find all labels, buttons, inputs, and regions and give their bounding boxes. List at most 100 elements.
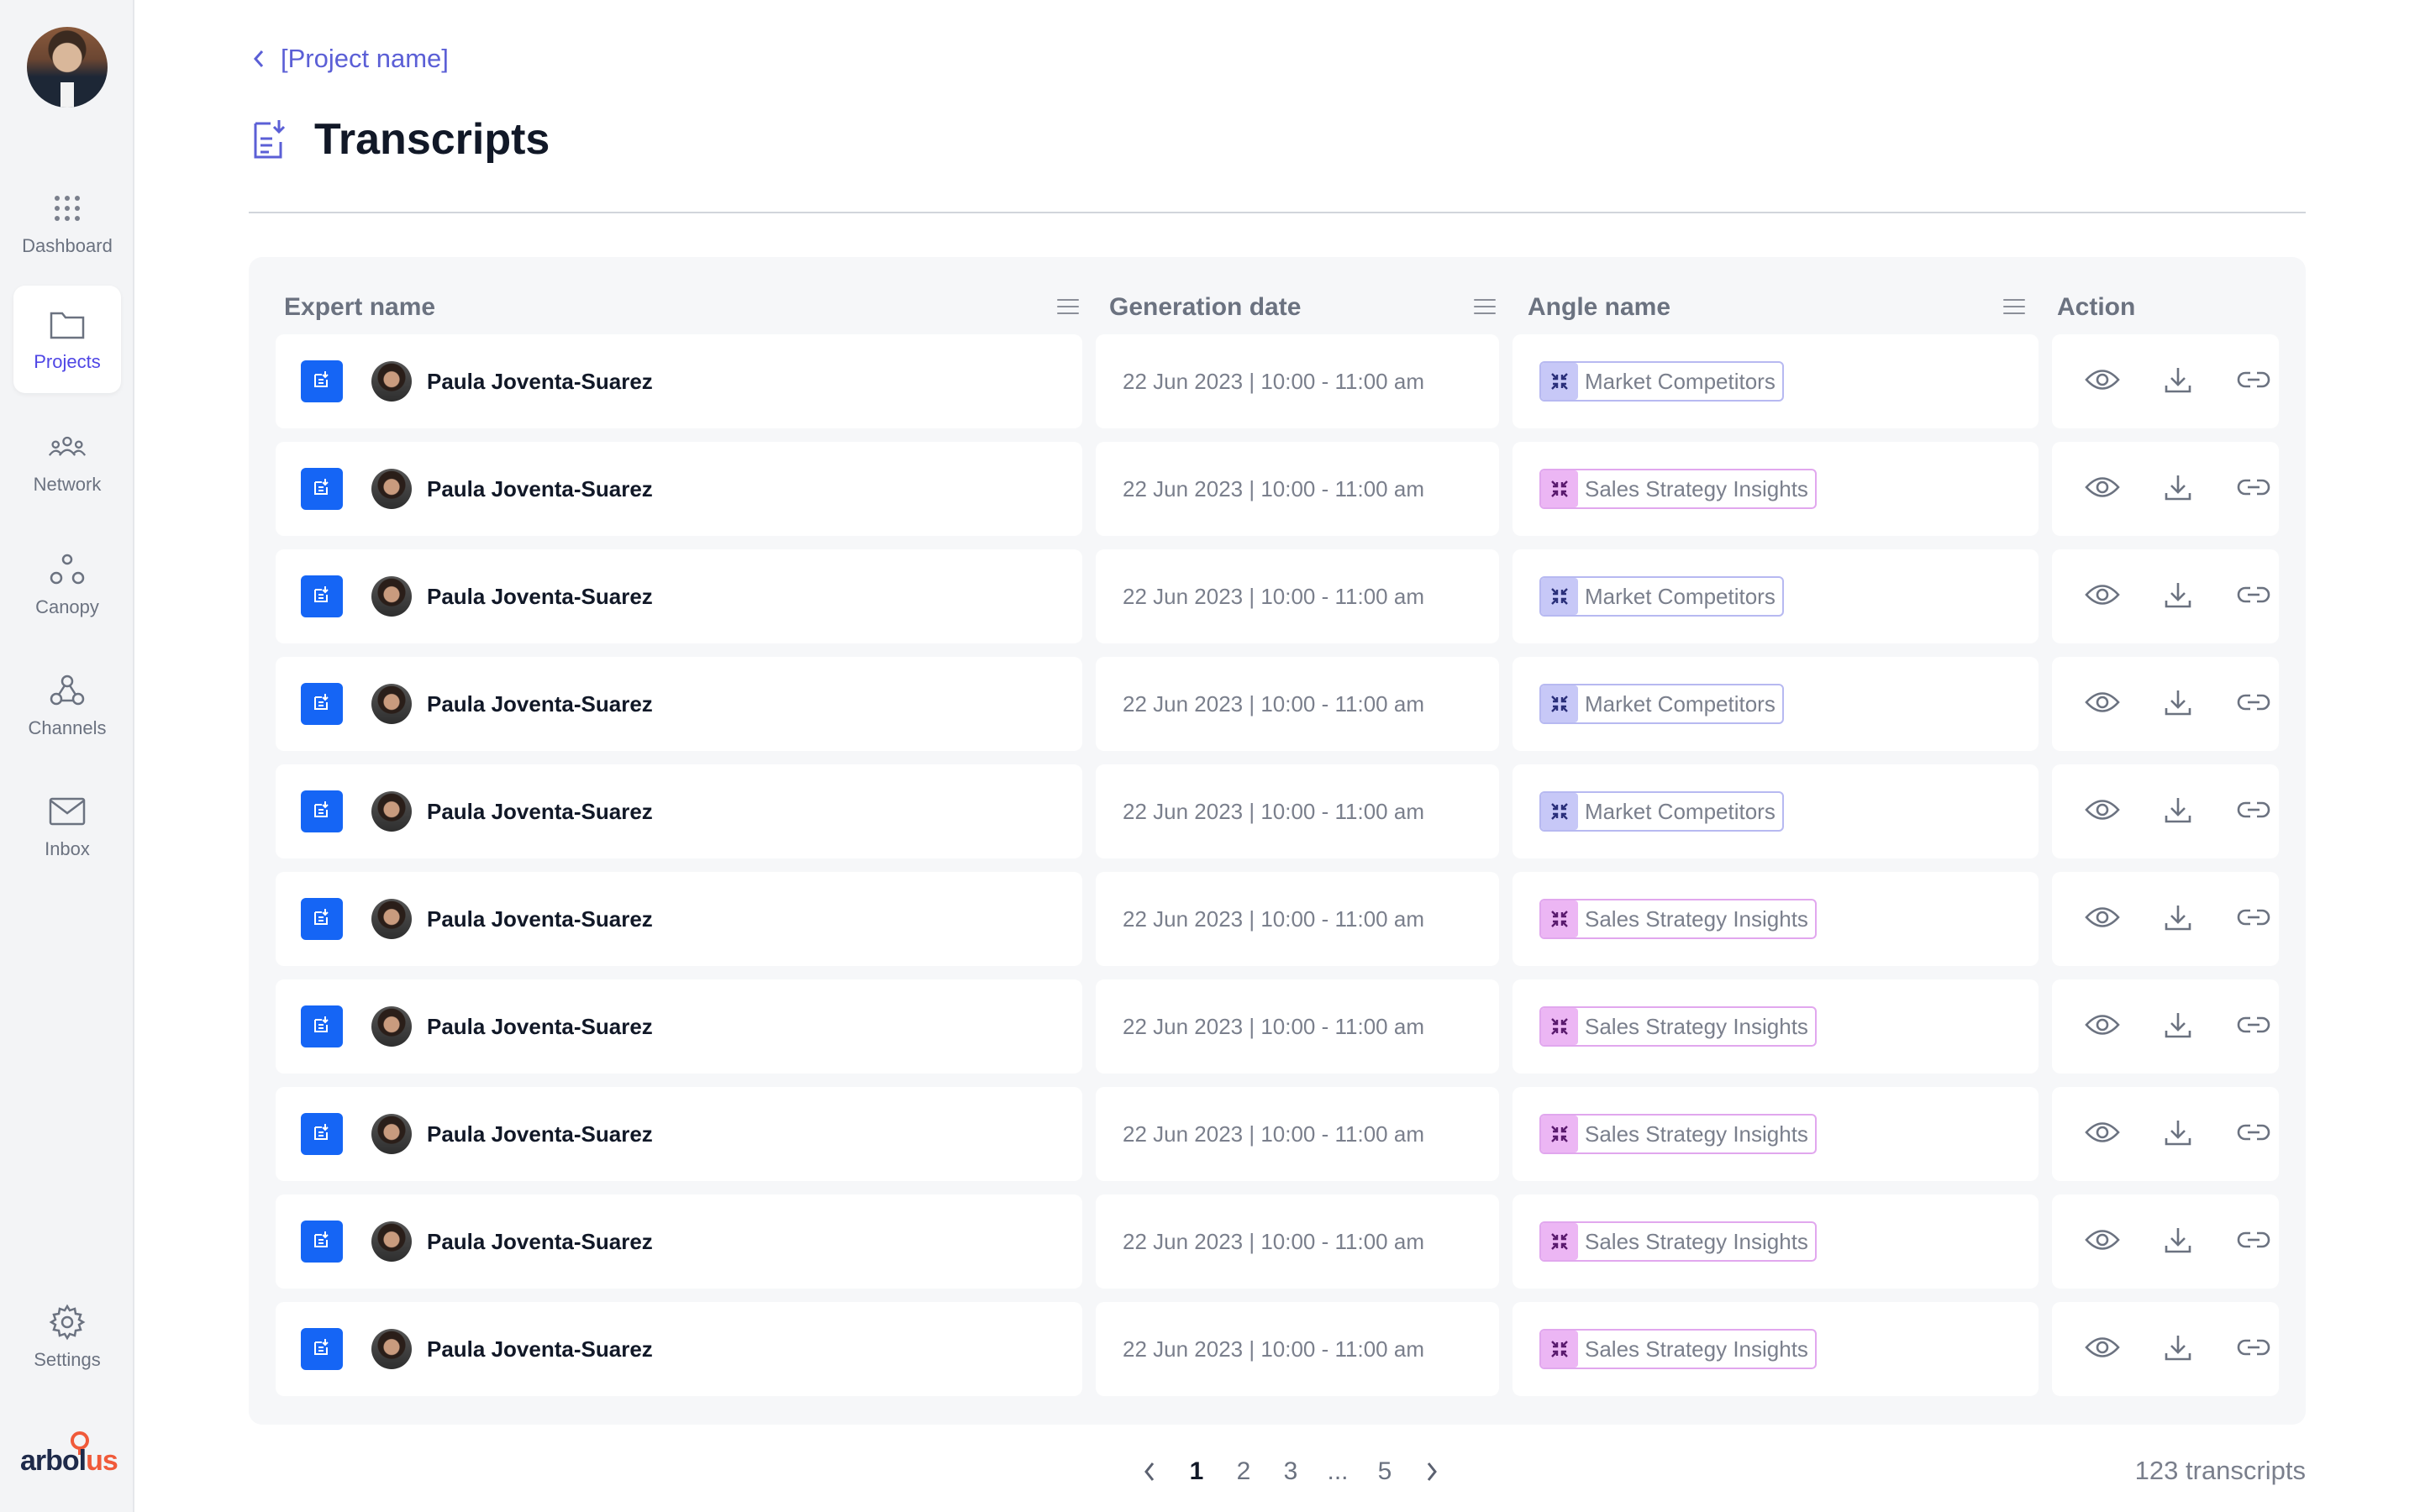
transcript-doc-button[interactable] — [301, 360, 343, 402]
view-button[interactable] — [2084, 1008, 2121, 1045]
copy-link-button[interactable] — [2235, 685, 2272, 722]
angle-tag[interactable]: Market Competitors — [1539, 576, 1784, 617]
table-row[interactable]: Paula Joventa-Suarez 22 Jun 2023 | 10:00 … — [276, 442, 2279, 536]
transcript-doc-button[interactable] — [301, 790, 343, 832]
back-link[interactable]: [Project name] — [252, 44, 449, 74]
angle-tag[interactable]: Sales Strategy Insights — [1539, 1114, 1817, 1154]
column-menu-icon[interactable] — [1057, 299, 1079, 319]
sidebar-item-canopy[interactable]: Canopy — [13, 531, 121, 638]
page-number[interactable]: 5 — [1361, 1457, 1408, 1486]
view-button[interactable] — [2084, 900, 2121, 937]
sidebar-item-channels[interactable]: Channels — [13, 652, 121, 759]
angle-tag[interactable]: Market Competitors — [1539, 791, 1784, 832]
sidebar-item-settings[interactable]: Settings — [13, 1284, 121, 1391]
transcript-doc-button[interactable] — [301, 1221, 343, 1263]
expert-name: Paula Joventa-Suarez — [427, 475, 653, 501]
expert[interactable]: Paula Joventa-Suarez — [371, 1329, 653, 1369]
angle-tag[interactable]: Market Competitors — [1539, 361, 1784, 402]
expert[interactable]: Paula Joventa-Suarez — [371, 791, 653, 832]
column-menu-icon[interactable] — [2003, 299, 2025, 319]
page-number[interactable]: 2 — [1220, 1457, 1267, 1486]
table-row[interactable]: Paula Joventa-Suarez 22 Jun 2023 | 10:00 … — [276, 764, 2279, 858]
copy-link-button[interactable] — [2235, 1116, 2272, 1152]
angle-tag[interactable]: Sales Strategy Insights — [1539, 899, 1817, 939]
sidebar-item-inbox[interactable]: Inbox — [13, 773, 121, 880]
copy-link-button[interactable] — [2235, 1223, 2272, 1260]
column-header-expert[interactable]: Expert name — [284, 281, 435, 334]
angle-tag[interactable]: Sales Strategy Insights — [1539, 469, 1817, 509]
angle-label: Sales Strategy Insights — [1585, 906, 1808, 932]
copy-link-button[interactable] — [2235, 470, 2272, 507]
table-row[interactable]: Paula Joventa-Suarez 22 Jun 2023 | 10:00 … — [276, 872, 2279, 966]
transcript-doc-button[interactable] — [301, 468, 343, 510]
expert[interactable]: Paula Joventa-Suarez — [371, 361, 653, 402]
project-name-link[interactable]: [Project name] — [281, 44, 449, 74]
angle-tag[interactable]: Sales Strategy Insights — [1539, 1329, 1817, 1369]
table-row[interactable]: Paula Joventa-Suarez 22 Jun 2023 | 10:00 … — [276, 1087, 2279, 1181]
view-button[interactable] — [2084, 578, 2121, 615]
table-row[interactable]: Paula Joventa-Suarez 22 Jun 2023 | 10:00 … — [276, 1194, 2279, 1289]
view-button[interactable] — [2084, 685, 2121, 722]
download-button[interactable] — [2160, 363, 2196, 400]
transcript-doc-button[interactable] — [301, 898, 343, 940]
column-header-angle[interactable]: Angle name — [1528, 281, 1670, 334]
transcript-doc-button[interactable] — [301, 1328, 343, 1370]
link-icon — [2237, 1016, 2270, 1038]
view-button[interactable] — [2084, 470, 2121, 507]
expert[interactable]: Paula Joventa-Suarez — [371, 1221, 653, 1262]
copy-link-button[interactable] — [2235, 363, 2272, 400]
table-row[interactable]: Paula Joventa-Suarez 22 Jun 2023 | 10:00 … — [276, 979, 2279, 1074]
sidebar-item-dashboard[interactable]: Dashboard — [13, 170, 121, 277]
table-row[interactable]: Paula Joventa-Suarez 22 Jun 2023 | 10:00 … — [276, 657, 2279, 751]
transcript-doc-button[interactable] — [301, 1005, 343, 1047]
transcript-doc-button[interactable] — [301, 1113, 343, 1155]
transcript-doc-button[interactable] — [301, 575, 343, 617]
eye-icon — [2085, 797, 2120, 827]
download-button[interactable] — [2160, 1008, 2196, 1045]
expert[interactable]: Paula Joventa-Suarez — [371, 576, 653, 617]
download-button[interactable] — [2160, 1116, 2196, 1152]
expert[interactable]: Paula Joventa-Suarez — [371, 899, 653, 939]
document-icon — [312, 800, 332, 824]
copy-link-button[interactable] — [2235, 900, 2272, 937]
view-button[interactable] — [2084, 1116, 2121, 1152]
page-number[interactable]: 1 — [1173, 1457, 1220, 1486]
expert[interactable]: Paula Joventa-Suarez — [371, 469, 653, 509]
download-button[interactable] — [2160, 793, 2196, 830]
generation-date: 22 Jun 2023 | 10:00 - 11:00 am — [1123, 906, 1424, 932]
table-row[interactable]: Paula Joventa-Suarez 22 Jun 2023 | 10:00 … — [276, 334, 2279, 428]
angle-tag[interactable]: Market Competitors — [1539, 684, 1784, 724]
next-page-button[interactable] — [1408, 1461, 1455, 1483]
transcript-doc-button[interactable] — [301, 683, 343, 725]
download-button[interactable] — [2160, 470, 2196, 507]
page-number[interactable]: 3 — [1267, 1457, 1314, 1486]
view-button[interactable] — [2084, 1331, 2121, 1368]
download-button[interactable] — [2160, 900, 2196, 937]
expert-avatar — [371, 1114, 412, 1154]
table-row[interactable]: Paula Joventa-Suarez 22 Jun 2023 | 10:00 … — [276, 1302, 2279, 1396]
angle-tag[interactable]: Sales Strategy Insights — [1539, 1006, 1817, 1047]
expert[interactable]: Paula Joventa-Suarez — [371, 684, 653, 724]
prev-page-button[interactable] — [1126, 1461, 1173, 1483]
expert[interactable]: Paula Joventa-Suarez — [371, 1006, 653, 1047]
column-menu-icon[interactable] — [1474, 299, 1496, 319]
view-button[interactable] — [2084, 363, 2121, 400]
expert-avatar — [371, 576, 412, 617]
view-button[interactable] — [2084, 1223, 2121, 1260]
copy-link-button[interactable] — [2235, 1331, 2272, 1368]
sidebar-item-network[interactable]: Network — [13, 408, 121, 516]
copy-link-button[interactable] — [2235, 1008, 2272, 1045]
view-button[interactable] — [2084, 793, 2121, 830]
table-row[interactable]: Paula Joventa-Suarez 22 Jun 2023 | 10:00 … — [276, 549, 2279, 643]
copy-link-button[interactable] — [2235, 793, 2272, 830]
download-button[interactable] — [2160, 578, 2196, 615]
download-button[interactable] — [2160, 1331, 2196, 1368]
column-header-date[interactable]: Generation date — [1109, 281, 1301, 334]
download-button[interactable] — [2160, 685, 2196, 722]
angle-tag[interactable]: Sales Strategy Insights — [1539, 1221, 1817, 1262]
user-avatar[interactable] — [27, 27, 108, 108]
download-button[interactable] — [2160, 1223, 2196, 1260]
copy-link-button[interactable] — [2235, 578, 2272, 615]
sidebar-item-projects[interactable]: Projects — [13, 286, 121, 393]
expert[interactable]: Paula Joventa-Suarez — [371, 1114, 653, 1154]
